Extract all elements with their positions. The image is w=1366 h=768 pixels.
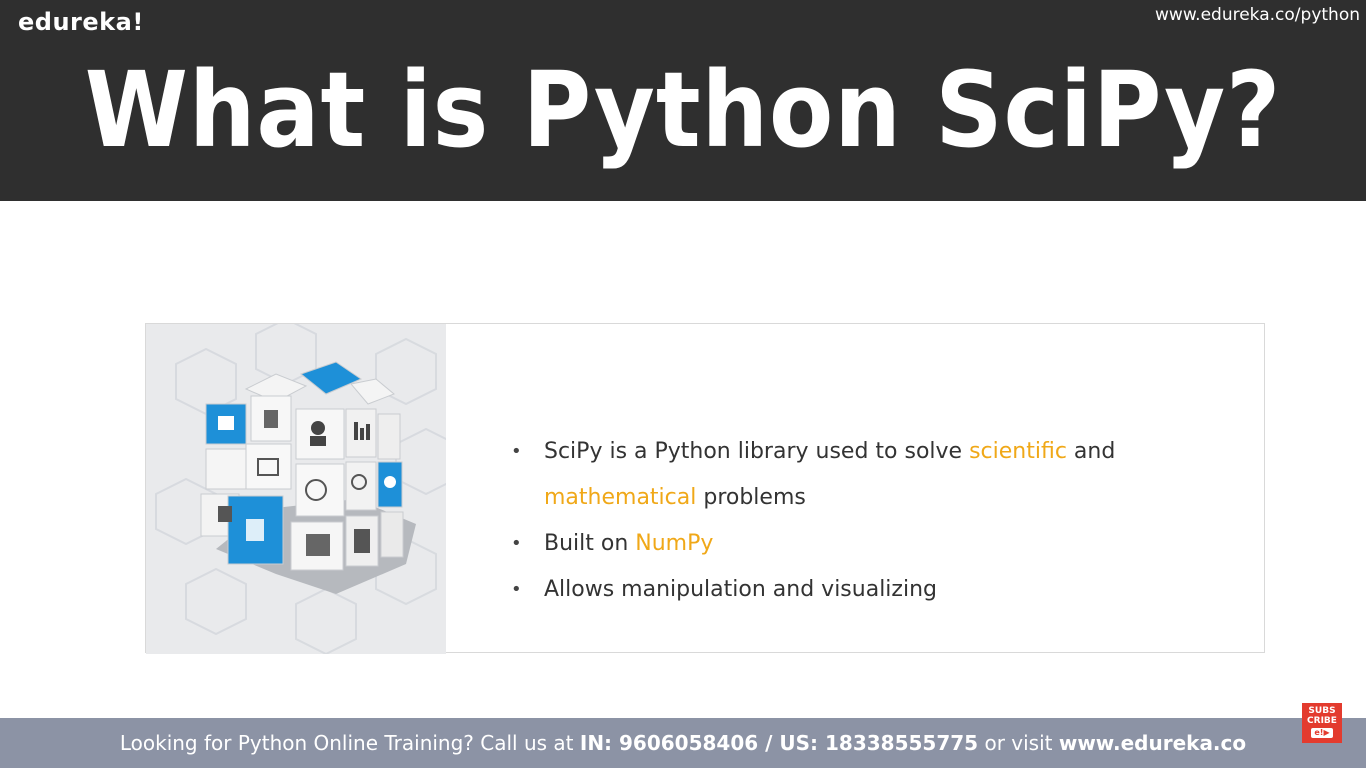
highlight-numpy: NumPy [635,531,714,556]
bullet-text: and [1066,439,1116,464]
bullet-list: • SciPy is a Python library used to solv… [511,429,1231,613]
footer-phone-numbers: IN: 9606058406 / US: 18338555775 [579,731,979,755]
bullet-text: Built on [544,531,636,556]
list-item: • Allows manipulation and visualizing [511,567,1231,613]
cube-illustration-svg [155,324,446,654]
bullet-text: problems [696,485,806,510]
highlight-scientific: scientific [969,439,1067,464]
bullet-dot: • [511,533,522,554]
content-card: • SciPy is a Python library used to solv… [145,323,1265,654]
footer-text: Looking for Python Online Training? Call… [0,718,1366,768]
subscribe-button[interactable]: SUBS CRIBE e!▶ [1302,703,1342,743]
footer-site-link[interactable]: www.edureka.co [1059,731,1246,755]
list-item: • Built on NumPy [511,521,1231,567]
bullet-dot: • [511,579,522,600]
footer-middle: or visit [978,731,1059,755]
slide-title: What is Python SciPy? [84,49,1282,171]
edureka-logo[interactable]: edureka! [18,8,144,36]
bullet-text: Allows manipulation and visualizing [544,577,937,602]
highlight-mathematical: mathematical [544,485,697,510]
subscribe-line2: CRIBE [1307,716,1337,726]
bullet-dot: • [511,441,522,462]
header-banner: edureka! www.edureka.co/python What is P… [0,0,1366,201]
site-url[interactable]: www.edureka.co/python [1155,5,1360,25]
bullet-text: SciPy is a Python library used to solve [544,439,970,464]
rubiks-cube-icons-illustration [146,324,446,654]
list-item: • SciPy is a Python library used to solv… [511,429,1231,521]
play-icon: e!▶ [1311,728,1333,738]
subscribe-line1: SUBS [1308,706,1336,716]
footer-banner: Looking for Python Online Training? Call… [0,718,1366,768]
footer-prefix: Looking for Python Online Training? Call… [119,731,580,755]
